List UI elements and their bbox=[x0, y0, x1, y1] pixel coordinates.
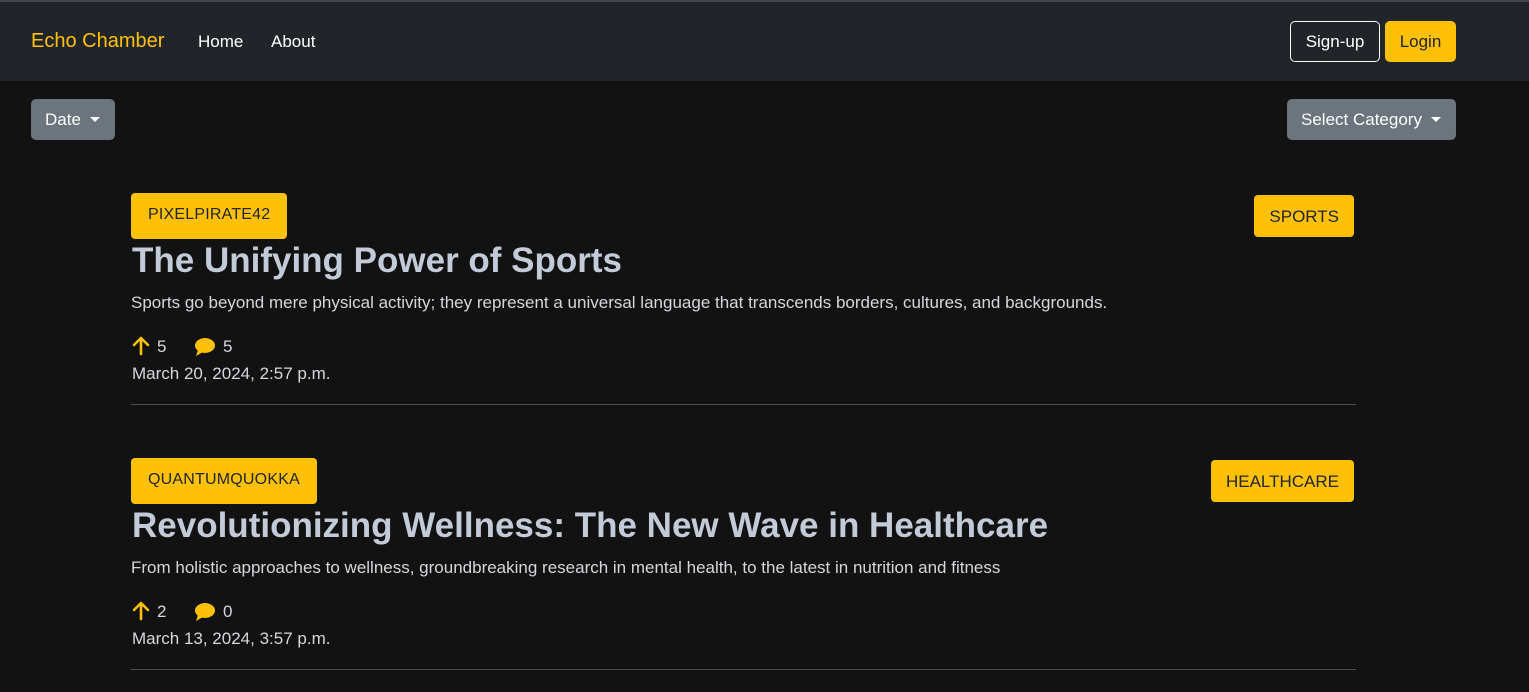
post-card: QUANTUMQUOKKA HEALTHCARE Revolutionizing… bbox=[131, 458, 1356, 670]
comment-count: 0 bbox=[223, 602, 233, 621]
post-author-badge[interactable]: PIXELPIRATE42 bbox=[131, 193, 288, 239]
caret-down-icon bbox=[1430, 117, 1441, 122]
arrow-up-icon[interactable] bbox=[131, 336, 151, 356]
post-category-badge[interactable]: SPORTS bbox=[1254, 195, 1354, 237]
upvote-count: 5 bbox=[157, 337, 167, 356]
post-divider bbox=[131, 404, 1356, 405]
arrow-up-icon[interactable] bbox=[131, 601, 151, 621]
post-category-badge[interactable]: HEALTHCARE bbox=[1210, 460, 1354, 502]
login-button[interactable]: Login bbox=[1385, 21, 1456, 62]
post-date: March 13, 2024, 3:57 p.m. bbox=[132, 629, 331, 648]
post-title[interactable]: Revolutionizing Wellness: The New Wave i… bbox=[132, 506, 1048, 546]
nav-link-home[interactable]: Home bbox=[198, 32, 243, 52]
brand-logo-link[interactable]: Echo Chamber bbox=[31, 30, 164, 53]
post-summary: Sports go beyond mere physical activity;… bbox=[131, 293, 1108, 312]
navbar: Echo Chamber Home About Sign-up Login bbox=[0, 2, 1529, 81]
post-summary: From holistic approaches to wellness, gr… bbox=[131, 558, 1001, 577]
post-author-badge[interactable]: QUANTUMQUOKKA bbox=[131, 458, 317, 504]
post-divider bbox=[131, 669, 1356, 670]
signup-button[interactable]: Sign-up bbox=[1290, 21, 1380, 62]
category-filter-label: Select Category bbox=[1301, 110, 1422, 129]
post-card: PIXELPIRATE42 SPORTS The Unifying Power … bbox=[131, 193, 1356, 405]
speech-bubble-icon[interactable] bbox=[194, 337, 216, 357]
caret-down-icon bbox=[89, 117, 100, 122]
upvote-count: 2 bbox=[157, 602, 167, 621]
date-filter-dropdown[interactable]: Date bbox=[31, 99, 115, 140]
post-date: March 20, 2024, 2:57 p.m. bbox=[132, 364, 331, 383]
speech-bubble-icon[interactable] bbox=[194, 602, 216, 622]
date-filter-label: Date bbox=[45, 110, 81, 129]
post-title[interactable]: The Unifying Power of Sports bbox=[132, 241, 622, 281]
nav-link-about[interactable]: About bbox=[271, 32, 315, 52]
category-filter-dropdown[interactable]: Select Category bbox=[1287, 99, 1456, 140]
comment-count: 5 bbox=[223, 337, 233, 356]
